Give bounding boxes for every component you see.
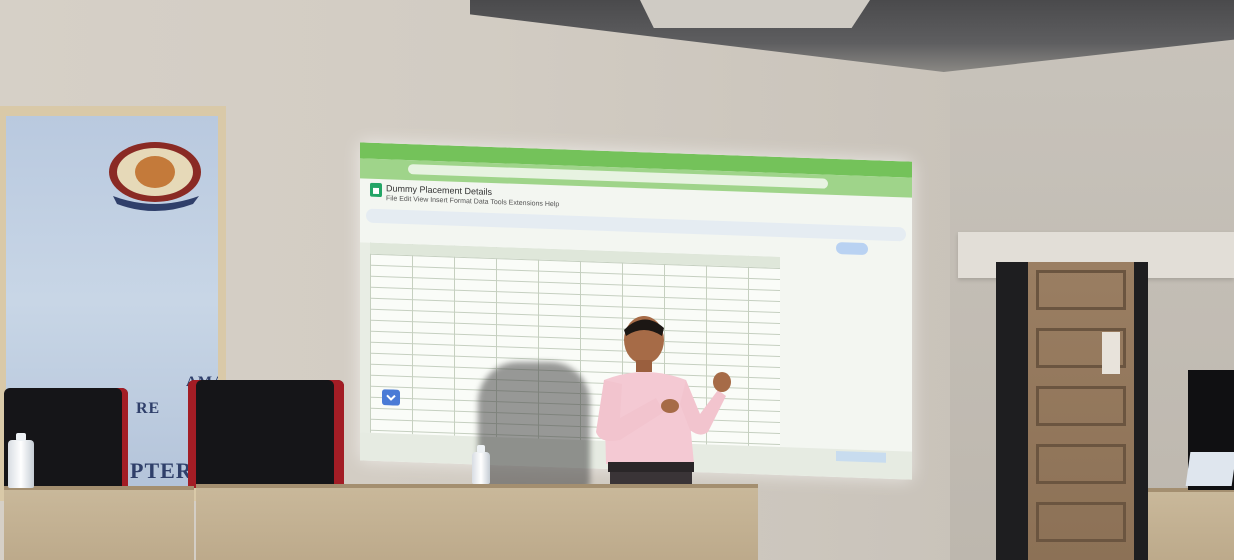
chair-center [188,380,344,488]
presenter [596,316,731,494]
door-panel-3 [1036,386,1126,426]
door-panel-5 [1036,502,1126,542]
sheet-toolbar [366,208,906,242]
laptop [1185,452,1234,486]
banner-text-3: PTER [130,458,193,483]
institute-logo-icon [109,142,201,211]
ceiling-light-panel [640,0,870,28]
chevron-down-icon [382,389,400,406]
presenter-shadow [478,362,590,492]
explore-button [836,450,886,463]
table-center [196,484,758,560]
menu-bar: File Edit View Insert Format Data Tools … [386,195,560,209]
water-bottle-center [472,445,490,484]
share-button [836,241,868,256]
banner-text-2: RE [136,400,161,417]
classroom-scene: AMAI'S RE PTER Dummy Placement Details F… [0,0,1234,560]
sheet-row-numbers [360,242,370,433]
door-panel-1 [1036,270,1126,310]
door-panel-4 [1036,444,1126,484]
water-bottle-left [8,433,34,488]
door-sign-plate [1102,332,1120,374]
sheets-logo-icon [370,182,382,198]
table-left [4,486,194,560]
